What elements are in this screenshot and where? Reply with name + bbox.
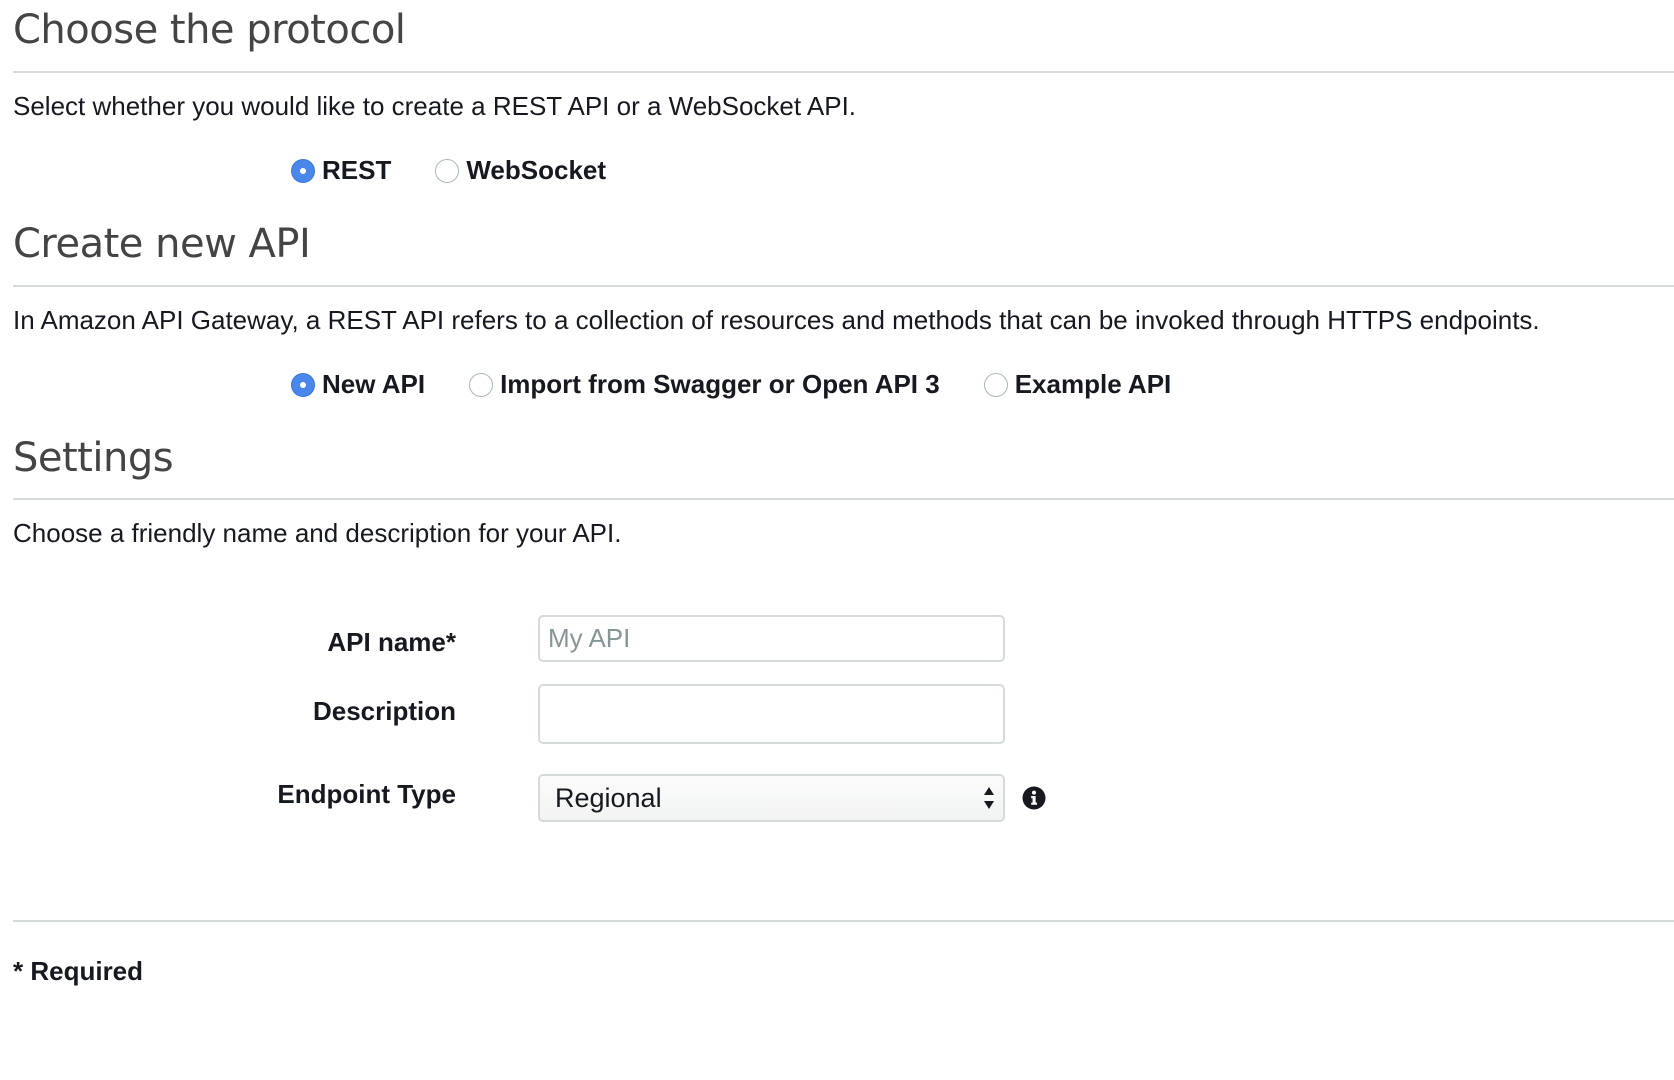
create-api-radio-group: New API Import from Swagger or Open API … bbox=[291, 369, 1215, 400]
create-api-section-title: Create new API bbox=[13, 221, 311, 267]
endpoint-type-select[interactable]: Regional bbox=[538, 774, 1005, 822]
protocol-option-rest[interactable]: REST bbox=[291, 155, 391, 186]
required-note: * Required bbox=[13, 956, 144, 986]
radio-websocket[interactable] bbox=[435, 158, 460, 183]
api-name-input[interactable] bbox=[538, 615, 1005, 662]
api-name-label: API name* bbox=[327, 627, 456, 657]
create-option-example-api[interactable]: Example API bbox=[983, 369, 1172, 400]
settings-section-title: Settings bbox=[13, 435, 174, 481]
radio-import-swagger[interactable] bbox=[469, 372, 494, 397]
protocol-section-divider bbox=[13, 71, 1674, 73]
settings-section-description: Choose a friendly name and description f… bbox=[13, 518, 622, 548]
create-option-new-api[interactable]: New API bbox=[291, 369, 425, 400]
footer-divider bbox=[13, 920, 1674, 922]
endpoint-type-selected-value: Regional bbox=[555, 782, 662, 813]
protocol-option-websocket[interactable]: WebSocket bbox=[435, 155, 606, 186]
radio-websocket-label: WebSocket bbox=[466, 155, 607, 185]
radio-new-api-label: New API bbox=[322, 369, 426, 399]
description-input[interactable] bbox=[538, 684, 1005, 744]
radio-example-api[interactable] bbox=[983, 372, 1008, 397]
radio-import-swagger-label: Import from Swagger or Open API 3 bbox=[500, 369, 940, 399]
endpoint-type-label: Endpoint Type bbox=[277, 779, 456, 809]
settings-section-divider bbox=[13, 498, 1674, 500]
create-api-section-divider bbox=[13, 285, 1674, 287]
radio-example-api-label: Example API bbox=[1014, 369, 1172, 399]
create-option-import-swagger[interactable]: Import from Swagger or Open API 3 bbox=[469, 369, 940, 400]
create-api-page: Choose the protocol Select whether you w… bbox=[13, 0, 1674, 1080]
info-circle-icon[interactable] bbox=[1022, 786, 1046, 810]
radio-rest[interactable] bbox=[291, 158, 315, 183]
protocol-section-title: Choose the protocol bbox=[13, 7, 406, 53]
protocol-radio-group: REST WebSocket bbox=[291, 155, 650, 186]
radio-new-api[interactable] bbox=[291, 372, 315, 397]
select-updown-arrows-icon bbox=[984, 787, 994, 809]
description-label: Description bbox=[312, 696, 456, 726]
create-api-section-description: In Amazon API Gateway, a REST API refers… bbox=[13, 305, 1540, 335]
radio-rest-label: REST bbox=[322, 155, 392, 185]
protocol-section-description: Select whether you would like to create … bbox=[13, 91, 857, 121]
